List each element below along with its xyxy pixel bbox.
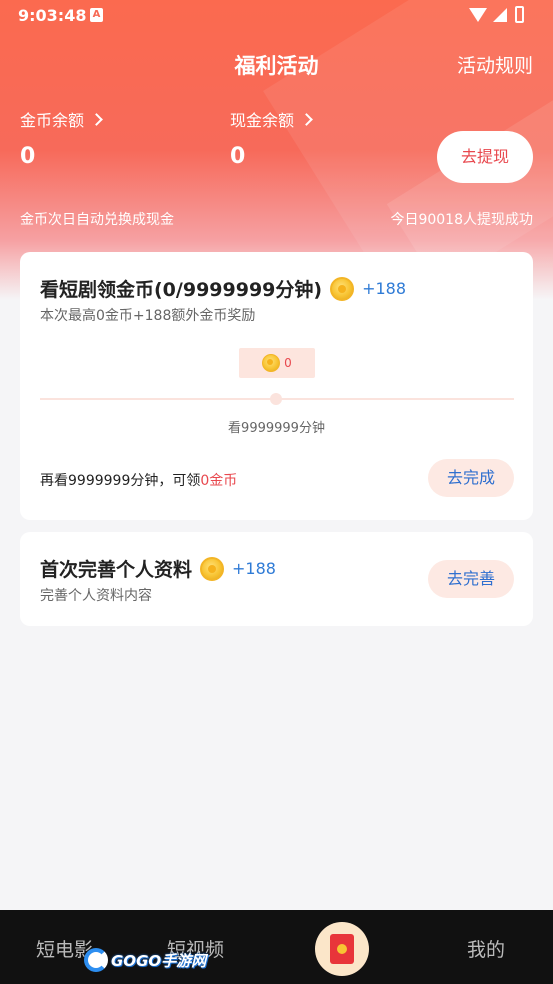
task-card-profile: 首次完善个人资料 +188 完善个人资料内容 去完善 <box>20 532 533 626</box>
cash-balance-label: 现金余额 <box>230 111 295 130</box>
red-packet-icon <box>330 934 354 964</box>
status-time: 9:03:48 <box>18 6 87 25</box>
coin-balance-link[interactable]: 金币余额 <box>20 107 103 131</box>
reward-text: 再看9999999分钟，可领0金币 <box>40 470 237 490</box>
task-bonus: +188 <box>362 279 407 298</box>
withdraw-stats: 今日90018人提现成功 <box>390 212 533 228</box>
chevron-right-icon <box>300 112 313 126</box>
exchange-hint: 金币次日自动兑换成现金 <box>20 212 174 228</box>
chevron-right-icon <box>90 112 103 126</box>
tab-rewards[interactable] <box>315 922 369 976</box>
watermark-icon <box>84 948 108 972</box>
progress-coins: 0 <box>284 356 292 370</box>
notification-icon: A <box>90 8 103 22</box>
coin-balance-value: 0 <box>20 144 36 169</box>
task-title: 首次完善个人资料 <box>40 559 193 581</box>
coin-icon <box>200 556 225 581</box>
watermark-text: GOGO手游网 <box>111 951 207 970</box>
tab-mine[interactable]: 我的 <box>467 935 505 962</box>
task-subtitle: 完善个人资料内容 <box>40 588 152 604</box>
rules-link[interactable]: 活动规则 <box>457 51 533 78</box>
task-title-row: 首次完善个人资料 +188 <box>40 555 276 582</box>
task-bonus: +188 <box>232 559 276 578</box>
progress-target: 看9999999分钟 <box>228 421 325 436</box>
cash-balance-link[interactable]: 现金余额 <box>230 107 313 131</box>
coin-icon <box>262 354 281 372</box>
progress-bubble: 0 <box>239 348 315 378</box>
task-card-watch: 看短剧领金币(0/9999999分钟) +188 本次最高0金币+188额外金币… <box>20 252 533 520</box>
status-icons <box>469 6 539 24</box>
coin-icon <box>330 276 355 301</box>
coin-balance-label: 金币余额 <box>20 111 85 130</box>
task-title-row: 看短剧领金币(0/9999999分钟) +188 <box>40 275 406 302</box>
bottom-tab-bar: 短电影 短视频 我的 <box>0 910 553 984</box>
task-subtitle: 本次最高0金币+188额外金币奖励 <box>40 308 256 324</box>
progress-knob <box>270 393 282 405</box>
wifi-icon <box>469 8 487 22</box>
signal-icon <box>493 8 507 22</box>
watermark-logo: GOGO手游网 <box>84 946 206 974</box>
status-bar: 9:03:48 A <box>0 0 553 32</box>
withdraw-button[interactable]: 去提现 <box>437 131 533 183</box>
battery-icon <box>515 6 524 23</box>
complete-task-button[interactable]: 去完成 <box>428 459 514 497</box>
reward-prefix: 再看9999999分钟，可领 <box>40 473 201 489</box>
cash-balance-value: 0 <box>230 144 246 169</box>
reward-amount: 0金币 <box>200 473 238 489</box>
task-title: 看短剧领金币(0/9999999分钟) <box>40 279 323 301</box>
complete-profile-button[interactable]: 去完善 <box>428 560 514 598</box>
